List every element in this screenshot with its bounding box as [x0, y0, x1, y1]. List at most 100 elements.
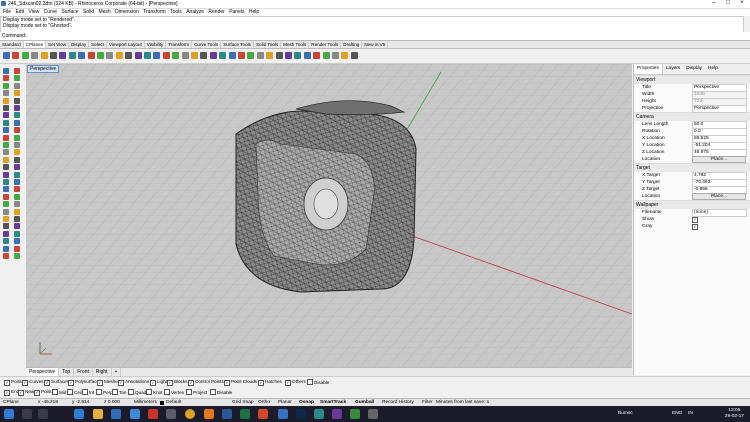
- modeling-tool-icon[interactable]: [14, 134, 20, 141]
- modeling-tool-icon[interactable]: [14, 193, 20, 200]
- tab-surface-tools[interactable]: Surface Tools: [221, 41, 254, 48]
- menu-curve[interactable]: Curve: [44, 9, 57, 16]
- modeling-tool-icon[interactable]: [3, 193, 9, 200]
- app-icon-purple[interactable]: [332, 409, 342, 419]
- photoshop-icon[interactable]: [296, 409, 306, 419]
- place-button[interactable]: Place...: [692, 193, 746, 200]
- toolbar-tool-icon[interactable]: [332, 52, 339, 59]
- tab-solid-tools[interactable]: Solid Tools: [254, 41, 282, 48]
- osnap-checkbox[interactable]: Vertex: [164, 389, 184, 396]
- osnap-checkbox[interactable]: Cen: [67, 389, 82, 396]
- mesh-object[interactable]: [235, 100, 417, 293]
- modeling-tool-icon[interactable]: [3, 105, 9, 111]
- tab-set-view[interactable]: Set View: [46, 41, 70, 48]
- clock[interactable]: 13:05 29-02-17: [725, 408, 744, 420]
- filter-checkbox[interactable]: ✓ Meshes: [97, 379, 120, 386]
- modeling-tool-icon[interactable]: [14, 201, 20, 208]
- input-language[interactable]: ENG: [672, 411, 682, 416]
- filter-checkbox[interactable]: ✓ Points: [4, 379, 24, 386]
- toolbar-tool-icon[interactable]: [341, 52, 349, 59]
- menu-mesh[interactable]: Mesh: [98, 9, 110, 16]
- modeling-tool-icon[interactable]: [14, 238, 20, 245]
- modeling-tool-icon[interactable]: [14, 245, 20, 252]
- modeling-tool-icon[interactable]: [14, 105, 20, 111]
- panel-tab-properties[interactable]: Properties: [634, 64, 663, 74]
- menu-help[interactable]: Help: [249, 9, 259, 16]
- modeling-tool-icon[interactable]: [14, 223, 20, 230]
- toolbar-tool-icon[interactable]: [12, 52, 20, 59]
- toolbar-tool-icon[interactable]: [209, 52, 217, 59]
- toolbar-tool-icon[interactable]: [50, 52, 57, 59]
- toolbar-tool-icon[interactable]: [228, 52, 236, 59]
- modeling-tool-icon[interactable]: [3, 201, 9, 208]
- osnap-checkbox[interactable]: Int: [82, 389, 94, 396]
- excel-icon[interactable]: [240, 409, 250, 419]
- modeling-tool-icon[interactable]: [14, 186, 20, 193]
- filter-checkbox[interactable]: ✓ Blocks: [167, 379, 188, 386]
- filter-checkbox[interactable]: ✓ Hatches: [258, 379, 282, 386]
- menu-surface[interactable]: Surface: [61, 9, 78, 16]
- tab-standard[interactable]: Standard: [0, 41, 24, 48]
- filter-checkbox[interactable]: ✓ Point Clouds: [224, 379, 257, 386]
- tab-new-in-v5[interactable]: New in V5: [362, 41, 389, 48]
- app-icon-teal[interactable]: [314, 409, 324, 419]
- modeling-tool-icon[interactable]: [14, 75, 20, 82]
- start-icon[interactable]: [4, 409, 14, 419]
- modeling-tool-icon[interactable]: [14, 156, 20, 163]
- menu-solid[interactable]: Solid: [83, 9, 94, 16]
- property-value[interactable]: Perspective: [692, 105, 747, 113]
- modeling-tool-icon[interactable]: [14, 127, 20, 134]
- menu-analyze[interactable]: Analyze: [186, 9, 204, 16]
- search-icon[interactable]: [22, 409, 32, 419]
- toolbar-tool-icon[interactable]: [59, 52, 67, 59]
- property-checkbox[interactable]: ✓: [692, 224, 698, 230]
- toolbar-tool-icon[interactable]: [191, 52, 198, 59]
- toolbar-tool-icon[interactable]: [350, 52, 358, 59]
- store-icon[interactable]: [111, 409, 121, 419]
- toolbar-tool-icon[interactable]: [31, 52, 39, 59]
- osnap-checkbox[interactable]: Knot: [146, 389, 162, 396]
- modeling-tool-icon[interactable]: [14, 208, 20, 215]
- toolbar-tool-icon[interactable]: [285, 52, 292, 59]
- minimize-icon[interactable]: –: [708, 0, 720, 6]
- tab-visibility[interactable]: Visibility: [145, 41, 167, 48]
- tab-select[interactable]: Select: [89, 41, 107, 48]
- toolbar-tool-icon[interactable]: [294, 52, 302, 59]
- toolbar-tool-icon[interactable]: [200, 52, 208, 59]
- toolbar-tool-icon[interactable]: [181, 52, 189, 59]
- menu-view[interactable]: View: [28, 9, 39, 16]
- toolbar-tool-icon[interactable]: [238, 52, 245, 59]
- toolbar-tool-icon[interactable]: [78, 52, 86, 59]
- toolbar-tool-icon[interactable]: [247, 52, 255, 59]
- modeling-tool-icon[interactable]: [3, 253, 9, 259]
- osnap-checkbox[interactable]: Project: [186, 389, 207, 396]
- task-view-icon[interactable]: [38, 409, 48, 419]
- modeling-tool-icon[interactable]: [3, 179, 9, 185]
- viewport-tab-top[interactable]: Top: [59, 368, 75, 376]
- tab-render-tools[interactable]: Render Tools: [309, 41, 342, 48]
- menu-file[interactable]: File: [3, 9, 11, 16]
- toolbar-tool-icon[interactable]: [40, 52, 48, 59]
- acrobat-icon[interactable]: [148, 409, 158, 419]
- toolbar-tool-icon[interactable]: [256, 52, 264, 59]
- osnap-checkbox[interactable]: Perp: [96, 389, 113, 396]
- modeling-tool-icon[interactable]: [3, 75, 9, 82]
- modeling-tool-icon[interactable]: [3, 149, 9, 156]
- app-icon-gray[interactable]: [368, 409, 378, 419]
- toolbar-tool-icon[interactable]: [266, 52, 274, 59]
- modeling-tool-icon[interactable]: [3, 230, 9, 237]
- modeling-tool-icon[interactable]: [3, 164, 9, 171]
- modeling-tool-icon[interactable]: [14, 149, 20, 156]
- osnap-checkbox[interactable]: ✓ Near: [18, 389, 35, 396]
- modeling-tool-icon[interactable]: [3, 156, 9, 163]
- toolbar-tool-icon[interactable]: [313, 52, 321, 59]
- file-explorer-icon[interactable]: [93, 409, 103, 419]
- toolbar-tool-icon[interactable]: [303, 52, 311, 59]
- filter-checkbox[interactable]: ✓ Annotations: [118, 379, 149, 386]
- modeling-tool-icon[interactable]: [14, 216, 20, 222]
- modeling-tool-icon[interactable]: [3, 223, 9, 230]
- toolbar-tool-icon[interactable]: [275, 52, 283, 59]
- osnap-checkbox[interactable]: Mid: [52, 389, 66, 396]
- tab-mesh-tools[interactable]: Mesh Tools: [281, 41, 310, 48]
- tab-cplanes[interactable]: CPlanes: [23, 41, 47, 48]
